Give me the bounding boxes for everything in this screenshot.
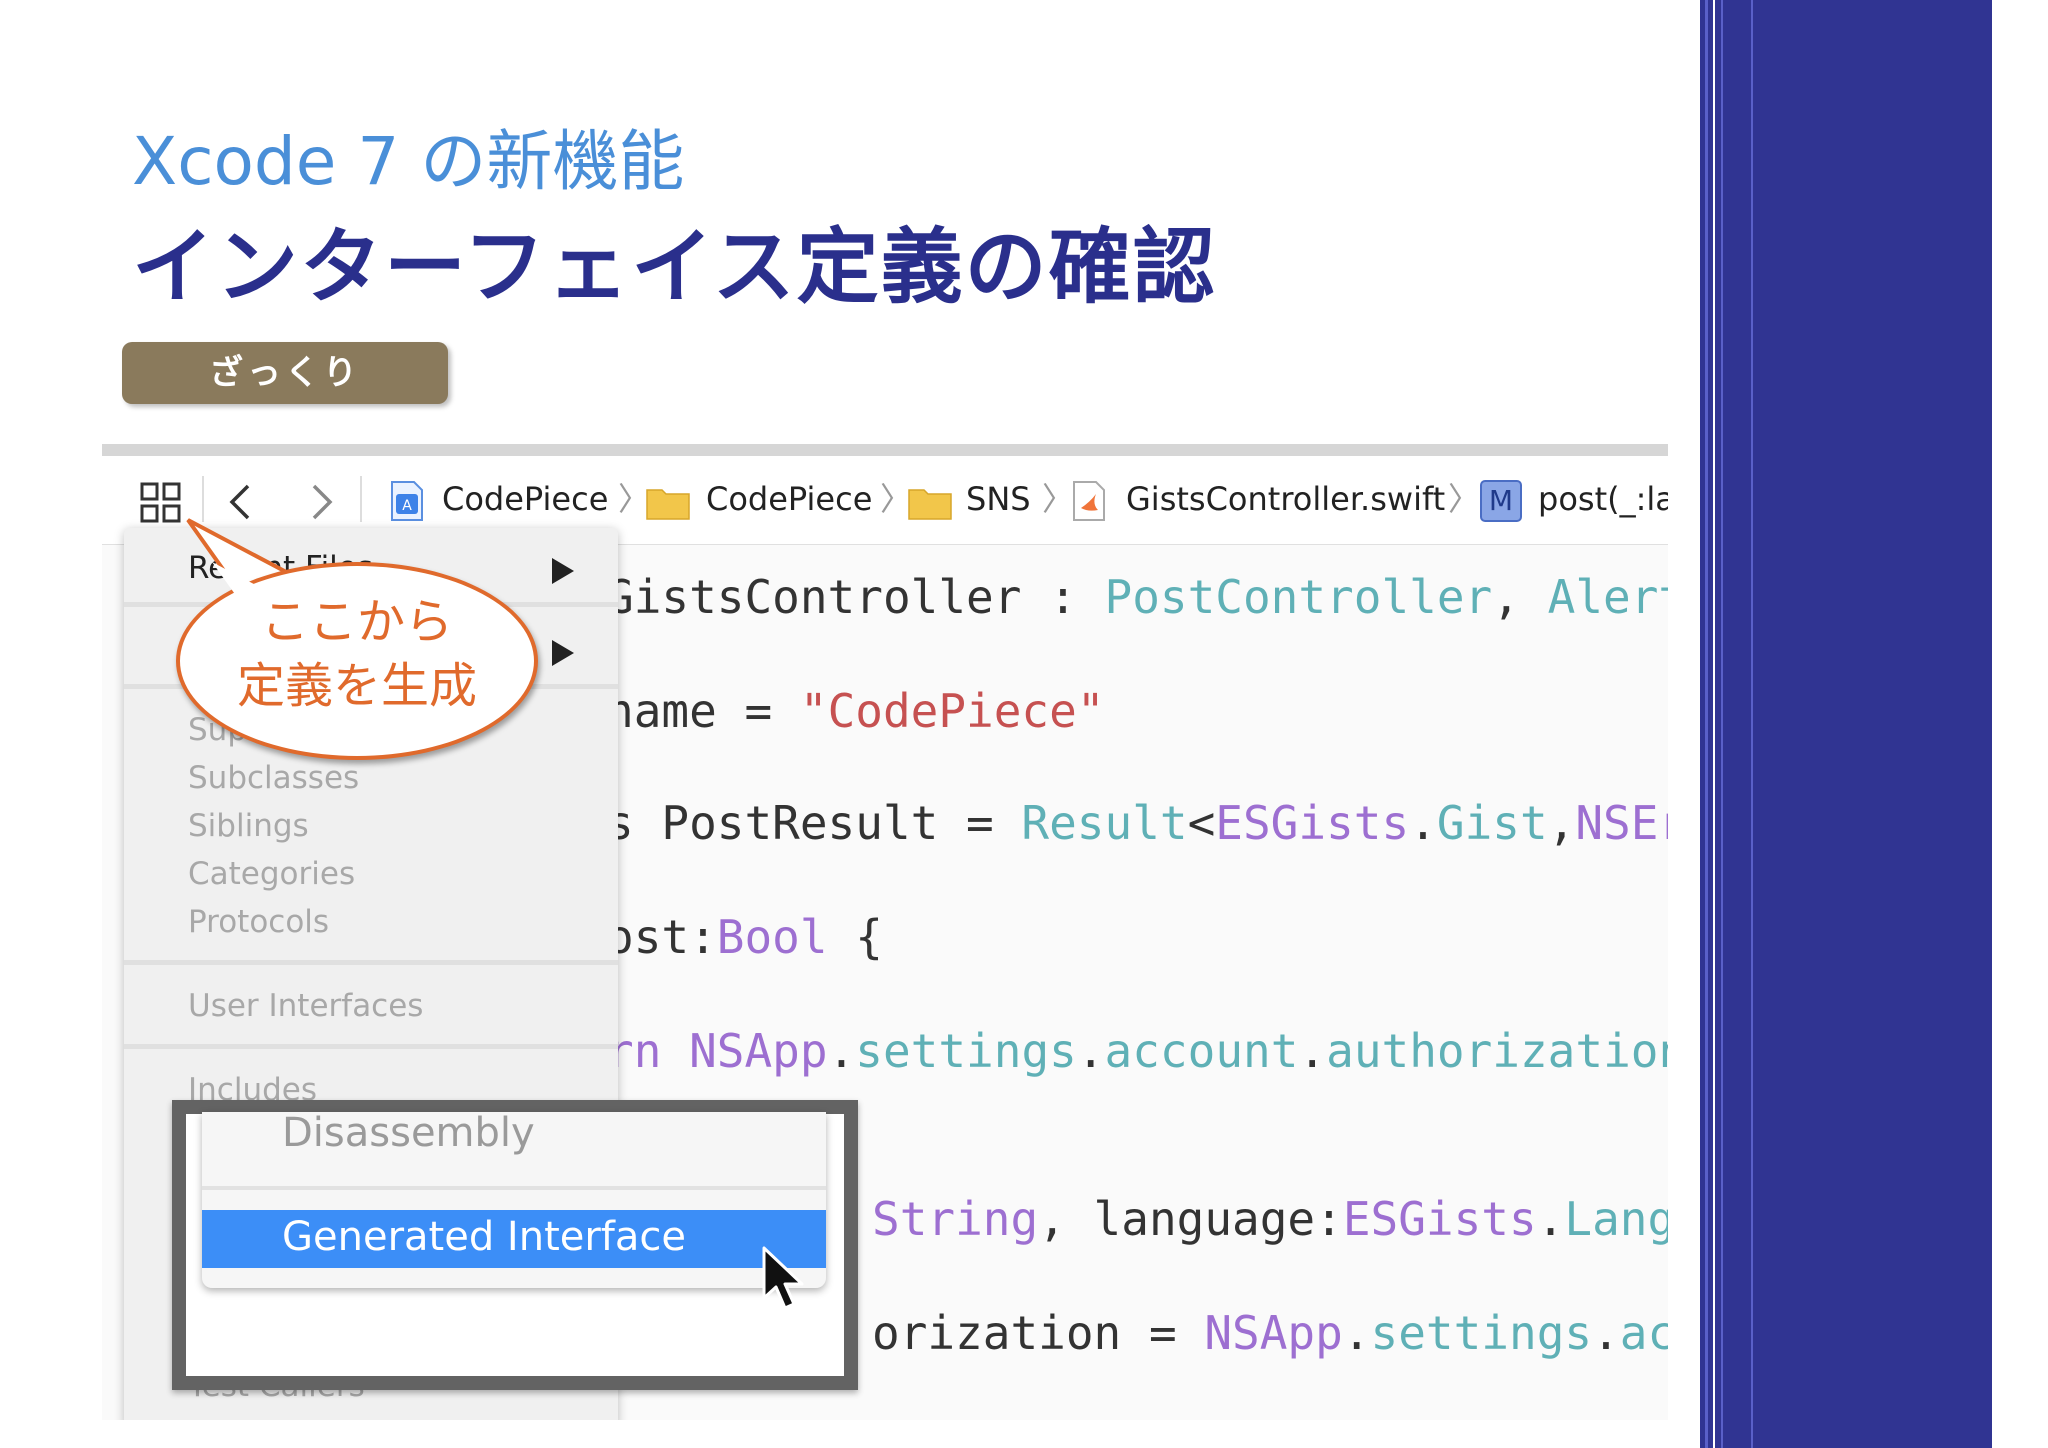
- band-stripe: [1705, 0, 1708, 1448]
- callout-text: ここから 定義を生成: [176, 590, 538, 718]
- jump-bar-group[interactable]: CodePiece: [706, 474, 872, 524]
- mouse-cursor-icon: [762, 1246, 804, 1310]
- svg-text:A: A: [402, 498, 412, 514]
- folder-icon: [646, 489, 690, 520]
- chevron-right-icon: 〉: [1042, 480, 1075, 518]
- code-line: name = "CodePiece": [606, 684, 1105, 738]
- menu-separator: [124, 960, 618, 965]
- submenu-arrow-icon: [552, 640, 574, 666]
- method-badge-icon: M: [1480, 480, 1522, 522]
- jump-bar-method[interactable]: post(_:la: [1538, 474, 1668, 524]
- toolbar-edge: [102, 444, 1668, 456]
- code-line: GistsController : PostController, AlertD: [606, 570, 1668, 624]
- slide-title: インターフェイス定義の確認: [132, 220, 1217, 315]
- callout-line: ここから: [260, 594, 453, 650]
- menu-item-subclasses[interactable]: Subclasses: [188, 760, 359, 796]
- band-stripe: [1713, 0, 1715, 1448]
- jump-bar-project[interactable]: CodePiece: [442, 474, 608, 524]
- menu-item-generated-interface[interactable]: Generated Interface: [282, 1214, 686, 1260]
- slide-subtitle: Xcode 7 の新機能: [132, 123, 685, 200]
- project-file-icon: A: [391, 481, 423, 521]
- band-stripe: [1751, 0, 1753, 1448]
- summary-tag: ざっくり: [122, 342, 448, 404]
- chevron-right-icon: 〉: [1448, 480, 1481, 518]
- related-items-icon[interactable]: [140, 478, 182, 528]
- divider: [360, 476, 362, 522]
- menu-item-protocols[interactable]: Protocols: [188, 904, 329, 940]
- decorative-band: [1700, 0, 1992, 1448]
- menu-separator: [124, 1044, 618, 1049]
- menu-item-user-interfaces[interactable]: User Interfaces: [188, 988, 423, 1024]
- submenu-arrow-icon: [552, 558, 574, 584]
- code-line: rn NSApp.settings.account.authorizationS: [606, 1024, 1668, 1078]
- folder-icon: [908, 489, 952, 520]
- menu-item-siblings[interactable]: Siblings: [188, 808, 309, 844]
- band-stripe: [1721, 0, 1723, 1448]
- swift-file-icon: [1073, 481, 1105, 521]
- code-line: s PostResult = Result<ESGists.Gist,NSErr: [606, 796, 1668, 850]
- menu-item-disassembly[interactable]: Disassembly: [282, 1110, 535, 1156]
- menu-separator: [202, 1186, 826, 1190]
- code-line: String, language:ESGists.Langu: [872, 1192, 1668, 1246]
- forward-arrow-icon[interactable]: [306, 482, 336, 522]
- jump-bar-file[interactable]: GistsController.swift: [1126, 474, 1445, 524]
- callout-line: 定義を生成: [236, 658, 477, 714]
- code-line: ost:Bool {: [606, 910, 883, 964]
- menu-item-categories[interactable]: Categories: [188, 856, 355, 892]
- code-line: orization = NSApp.settings.acc: [872, 1306, 1668, 1360]
- jump-bar-folder[interactable]: SNS: [966, 474, 1031, 524]
